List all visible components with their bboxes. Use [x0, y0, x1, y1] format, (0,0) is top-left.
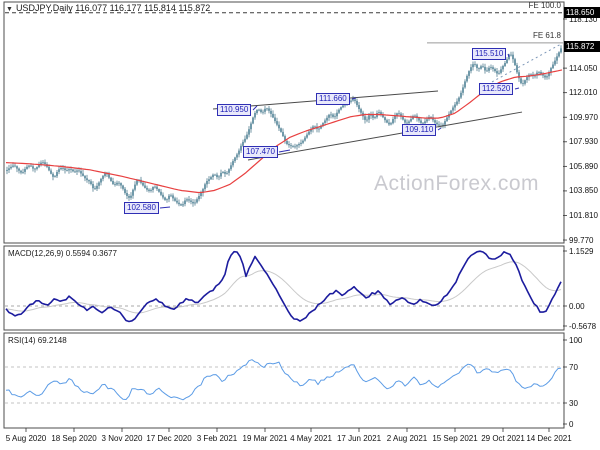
price-axis-label: 109.970 [569, 112, 598, 122]
date-axis-label: 2 Aug 2021 [386, 434, 428, 443]
price-axis-label: 99.770 [569, 235, 594, 245]
chart-dropdown-icon[interactable]: ▼ [6, 6, 13, 13]
date-axis-label: 17 Jun 2021 [336, 434, 382, 443]
price-axis-label: 105.890 [569, 161, 598, 171]
price-axis-label: 112.010 [569, 88, 598, 98]
symbol-ohlc-label: USDJPY,Daily 116.077 116.177 115.814 115… [15, 3, 211, 13]
price-axis-label: 107.930 [569, 137, 598, 147]
fib-expansion-label: FE 61.8 [532, 30, 561, 40]
date-axis-label: 3 Feb 2021 [196, 434, 238, 443]
price-flag: 107.470 [243, 146, 278, 158]
rsi-axis-label: 30 [569, 398, 578, 408]
date-axis-label: 3 Nov 2020 [101, 434, 143, 443]
watermark: ActionForex.com [374, 172, 540, 195]
price-badge: 118.650 [564, 7, 600, 19]
date-axis-label: 18 Sep 2020 [51, 434, 97, 443]
panel-frames [3, 1, 565, 429]
rsi-axis-label: 0 [569, 419, 574, 429]
rsi-line [5, 359, 562, 401]
symbol-title-bar: ▼ USDJPY,Daily 116.077 116.177 115.814 11… [6, 3, 210, 13]
date-axis-label: 17 Dec 2020 [146, 434, 192, 443]
fib-expansion-label: FE 100.0 [528, 0, 561, 10]
macd-axis-label: 1.1529 [569, 246, 594, 256]
price-flag: 111.660 [316, 93, 350, 105]
chart-canvas[interactable] [0, 0, 600, 450]
price-flag: 109.110 [402, 124, 437, 136]
rsi-axis-label: 100 [569, 335, 583, 345]
price-flag: 112.520 [479, 83, 514, 95]
price-flag: 110.950 [217, 104, 252, 116]
price-badge: 115.872 [564, 40, 600, 52]
trading-chart-window: ▼ USDJPY,Daily 116.077 116.177 115.814 11… [0, 0, 600, 450]
date-axis-label: 15 Sep 2021 [432, 434, 478, 443]
date-axis-label: 4 May 2021 [290, 434, 332, 443]
date-axis-label: 14 Dec 2021 [526, 434, 572, 443]
rsi-pane-title: RSI(14) 69.2148 [8, 336, 67, 345]
macd-pane-title: MACD(12,26,9) 0.5594 0.3677 [8, 249, 117, 258]
rsi-axis-label: 70 [569, 362, 578, 372]
price-flag: 102.580 [124, 202, 159, 214]
macd-axis-label: 0.00 [569, 301, 585, 311]
price-axis-label: 114.050 [569, 63, 598, 73]
macd-main-line [5, 250, 562, 323]
rsi-pane [5, 359, 563, 404]
axis-ticks [25, 18, 567, 432]
price-axis-label: 103.850 [569, 186, 598, 196]
date-axis-label: 5 Aug 2020 [5, 434, 47, 443]
macd-axis-label: -0.5678 [569, 321, 597, 331]
price-flag: 115.510 [472, 48, 507, 60]
macd-pane [5, 250, 563, 323]
date-axis-label: 19 Mar 2021 [242, 434, 288, 443]
price-axis-label: 101.810 [569, 210, 598, 220]
date-axis-label: 29 Oct 2021 [481, 434, 525, 443]
